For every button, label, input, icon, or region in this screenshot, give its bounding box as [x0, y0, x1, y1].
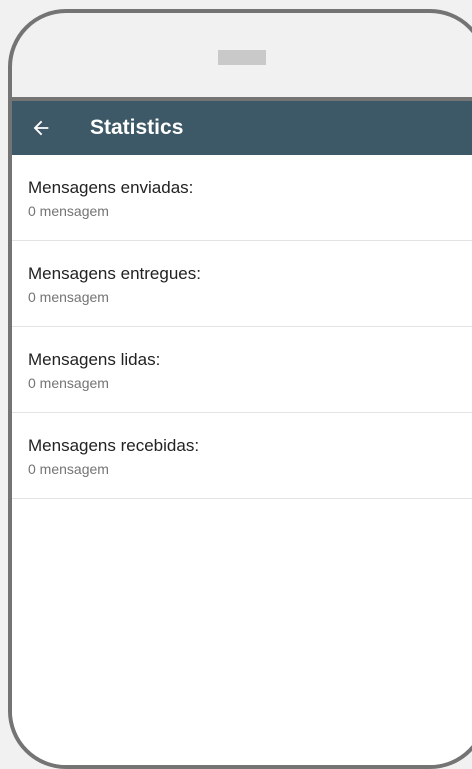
stat-label: Mensagens recebidas:: [28, 436, 200, 455]
stat-value: 0 mensagem: [28, 289, 109, 305]
stat-item-delivered[interactable]: Mensagens entregues: 0 mensagem: [12, 241, 472, 327]
stat-label: Mensagens enviadas:: [28, 178, 194, 197]
stat-value: 0 mensagem: [28, 203, 109, 219]
arrow-left-icon: [30, 117, 52, 139]
stats-list: Mensagens enviadas: 0 mensagem Mensagens…: [12, 155, 472, 499]
stat-item-received[interactable]: Mensagens recebidas: 0 mensagem: [12, 413, 472, 499]
page-title: Statistics: [90, 116, 184, 139]
stat-value: 0 mensagem: [28, 461, 109, 477]
app-screen: Statistics Mensagens enviadas: 0 mensage…: [12, 97, 472, 765]
app-bar: Statistics: [12, 101, 472, 155]
stat-label: Mensagens entregues:: [28, 264, 201, 283]
stat-item-sent[interactable]: Mensagens enviadas: 0 mensagem: [12, 155, 472, 241]
stat-label: Mensagens lidas:: [28, 350, 161, 369]
phone-speaker: [218, 50, 266, 65]
stat-value: 0 mensagem: [28, 375, 109, 391]
back-button[interactable]: [12, 101, 70, 155]
phone-frame: Statistics Mensagens enviadas: 0 mensage…: [8, 9, 472, 769]
stat-item-read[interactable]: Mensagens lidas: 0 mensagem: [12, 327, 472, 413]
